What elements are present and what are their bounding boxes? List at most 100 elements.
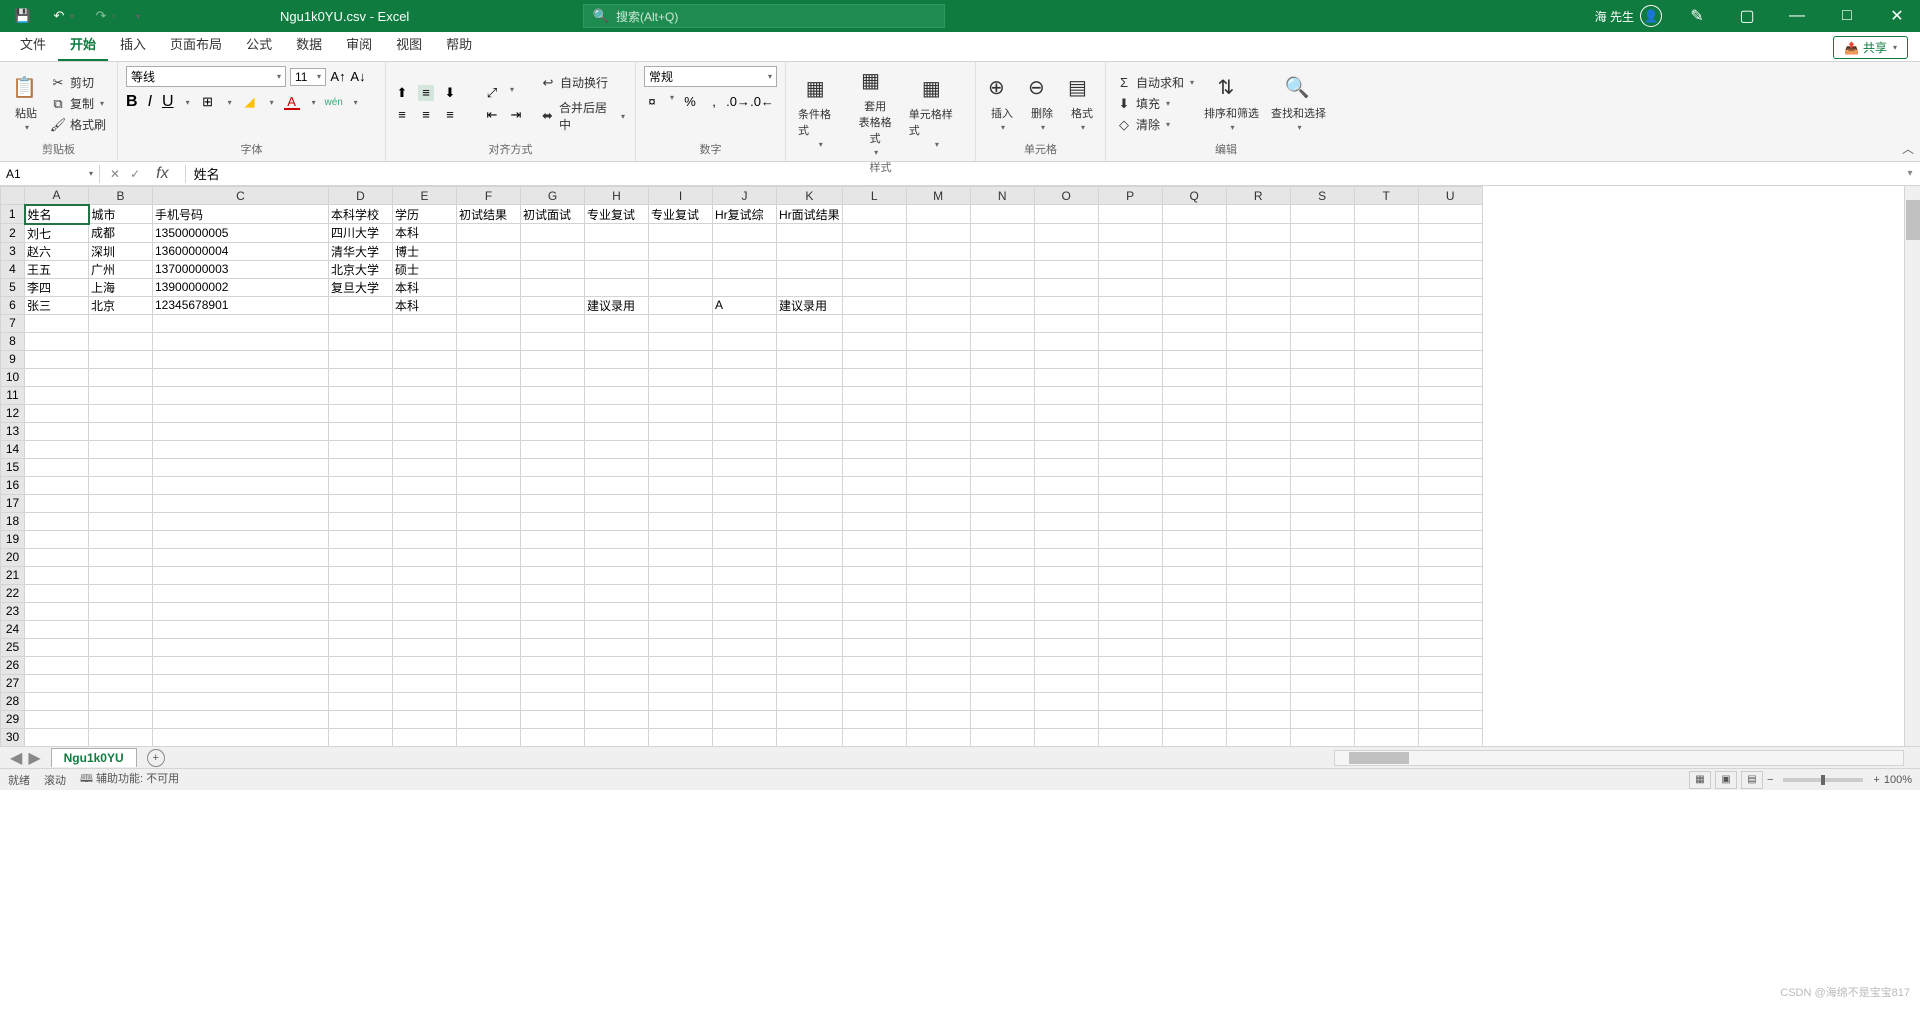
row-header-13[interactable]: 13 — [1, 422, 25, 440]
cell-U8[interactable] — [1418, 332, 1482, 350]
cell-A29[interactable] — [25, 710, 89, 728]
menu-tab-公式[interactable]: 公式 — [234, 28, 284, 61]
cell-R19[interactable] — [1226, 530, 1290, 548]
align-bottom-button[interactable]: ⬇ — [442, 85, 458, 101]
cell-M24[interactable] — [906, 620, 970, 638]
cell-D21[interactable] — [329, 566, 393, 584]
cell-S23[interactable] — [1290, 602, 1354, 620]
cell-T28[interactable] — [1354, 692, 1418, 710]
cell-O25[interactable] — [1034, 638, 1098, 656]
cell-F11[interactable] — [457, 386, 521, 404]
cell-K18[interactable] — [777, 512, 843, 530]
cell-D2[interactable]: 四川大学 — [329, 224, 393, 243]
cell-U29[interactable] — [1418, 710, 1482, 728]
cell-D13[interactable] — [329, 422, 393, 440]
cell-F26[interactable] — [457, 656, 521, 674]
cell-L28[interactable] — [842, 692, 906, 710]
cell-G6[interactable] — [521, 296, 585, 314]
cell-R22[interactable] — [1226, 584, 1290, 602]
cell-M19[interactable] — [906, 530, 970, 548]
cell-O7[interactable] — [1034, 314, 1098, 332]
cell-R6[interactable] — [1226, 296, 1290, 314]
row-header-6[interactable]: 6 — [1, 296, 25, 314]
cell-D25[interactable] — [329, 638, 393, 656]
cell-E10[interactable] — [393, 368, 457, 386]
cell-C24[interactable] — [153, 620, 329, 638]
cell-C26[interactable] — [153, 656, 329, 674]
cell-P16[interactable] — [1098, 476, 1162, 494]
cell-F23[interactable] — [457, 602, 521, 620]
col-header-K[interactable]: K — [777, 187, 843, 205]
cell-K10[interactable] — [777, 368, 843, 386]
cell-R5[interactable] — [1226, 278, 1290, 296]
cell-G21[interactable] — [521, 566, 585, 584]
cell-J13[interactable] — [713, 422, 777, 440]
cell-G24[interactable] — [521, 620, 585, 638]
cell-H12[interactable] — [585, 404, 649, 422]
cell-J5[interactable] — [713, 278, 777, 296]
cell-E2[interactable]: 本科 — [393, 224, 457, 243]
cell-N22[interactable] — [970, 584, 1034, 602]
cell-S5[interactable] — [1290, 278, 1354, 296]
cell-H26[interactable] — [585, 656, 649, 674]
cell-M11[interactable] — [906, 386, 970, 404]
cell-C21[interactable] — [153, 566, 329, 584]
cell-P3[interactable] — [1098, 242, 1162, 260]
cell-S11[interactable] — [1290, 386, 1354, 404]
cell-P5[interactable] — [1098, 278, 1162, 296]
cell-T30[interactable] — [1354, 728, 1418, 746]
cell-L3[interactable] — [842, 242, 906, 260]
cell-L26[interactable] — [842, 656, 906, 674]
cell-I5[interactable] — [649, 278, 713, 296]
cell-E8[interactable] — [393, 332, 457, 350]
cell-D9[interactable] — [329, 350, 393, 368]
cell-P21[interactable] — [1098, 566, 1162, 584]
cell-L23[interactable] — [842, 602, 906, 620]
decrease-font-button[interactable]: A↓ — [350, 69, 366, 85]
font-color-button[interactable]: A — [284, 94, 300, 110]
row-header-2[interactable]: 2 — [1, 224, 25, 243]
cell-G20[interactable] — [521, 548, 585, 566]
cell-K24[interactable] — [777, 620, 843, 638]
user-account[interactable]: 海 先生 👤 — [1595, 5, 1662, 27]
cell-Q27[interactable] — [1162, 674, 1226, 692]
cell-M15[interactable] — [906, 458, 970, 476]
row-header-16[interactable]: 16 — [1, 476, 25, 494]
collapse-ribbon-button[interactable]: ︿ — [1902, 140, 1914, 157]
cell-L30[interactable] — [842, 728, 906, 746]
cell-N20[interactable] — [970, 548, 1034, 566]
cell-U13[interactable] — [1418, 422, 1482, 440]
cell-E13[interactable] — [393, 422, 457, 440]
cell-E27[interactable] — [393, 674, 457, 692]
cell-H21[interactable] — [585, 566, 649, 584]
cell-O1[interactable] — [1034, 205, 1098, 224]
cell-A21[interactable] — [25, 566, 89, 584]
cell-D3[interactable]: 清华大学 — [329, 242, 393, 260]
cell-D17[interactable] — [329, 494, 393, 512]
cell-T17[interactable] — [1354, 494, 1418, 512]
cell-N6[interactable] — [970, 296, 1034, 314]
cell-U30[interactable] — [1418, 728, 1482, 746]
cell-E9[interactable] — [393, 350, 457, 368]
cell-C10[interactable] — [153, 368, 329, 386]
cell-K23[interactable] — [777, 602, 843, 620]
cell-L9[interactable] — [842, 350, 906, 368]
cell-Q16[interactable] — [1162, 476, 1226, 494]
cell-N26[interactable] — [970, 656, 1034, 674]
cell-K2[interactable] — [777, 224, 843, 243]
cell-S14[interactable] — [1290, 440, 1354, 458]
cell-D18[interactable] — [329, 512, 393, 530]
cell-N18[interactable] — [970, 512, 1034, 530]
cell-T5[interactable] — [1354, 278, 1418, 296]
cell-J29[interactable] — [713, 710, 777, 728]
cell-M13[interactable] — [906, 422, 970, 440]
cell-L29[interactable] — [842, 710, 906, 728]
sort-filter-button[interactable]: ⇅排序和筛选▾ — [1200, 73, 1263, 134]
cell-E20[interactable] — [393, 548, 457, 566]
redo-button[interactable]: ↷▾ — [88, 5, 120, 27]
cell-E12[interactable] — [393, 404, 457, 422]
cell-P11[interactable] — [1098, 386, 1162, 404]
cell-M22[interactable] — [906, 584, 970, 602]
cell-J9[interactable] — [713, 350, 777, 368]
maximize-button[interactable]: □ — [1824, 0, 1870, 32]
